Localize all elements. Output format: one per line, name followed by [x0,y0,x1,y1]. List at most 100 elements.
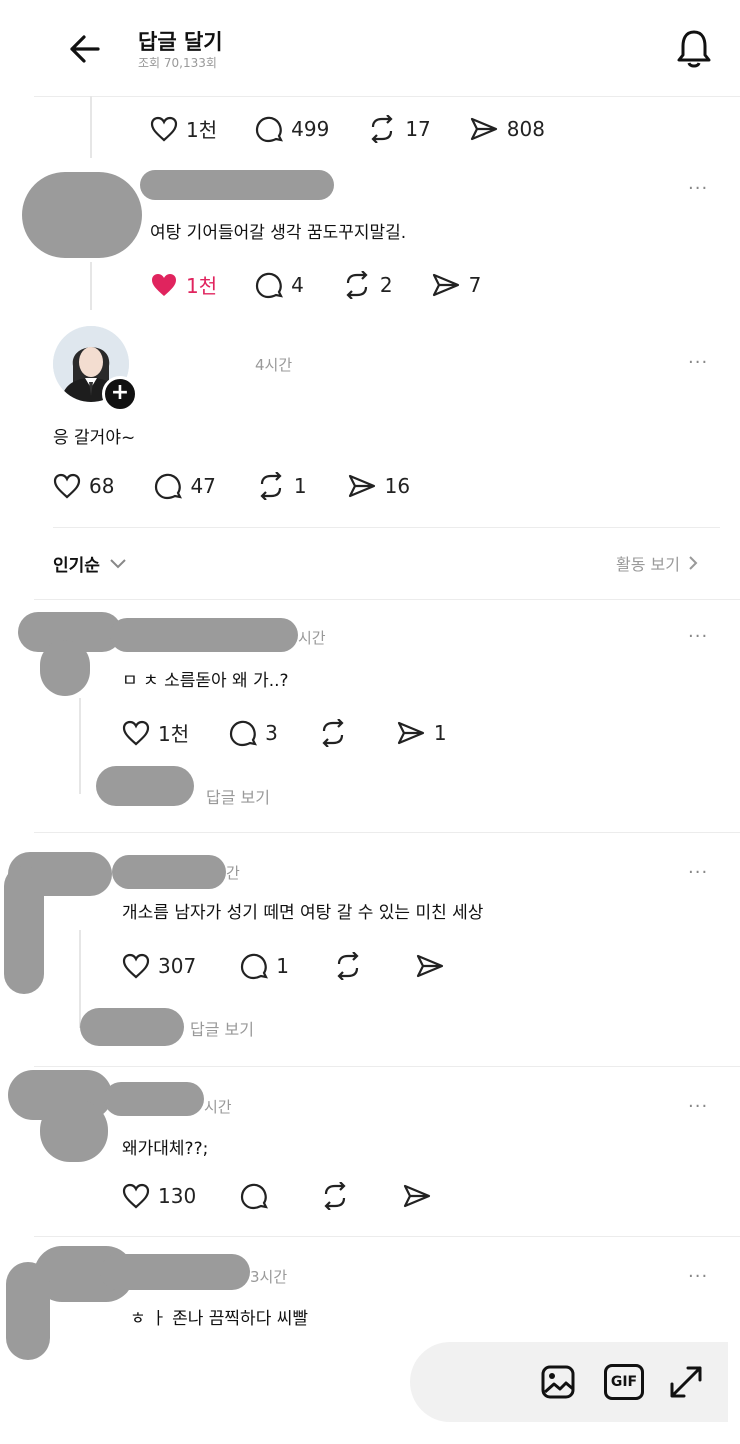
like-count: 1천 [186,118,218,142]
send-icon [432,273,459,296]
repost-button[interactable] [320,1182,358,1210]
reply-count: 499 [291,116,330,141]
share-count: 1 [433,720,447,745]
comment-icon [241,953,269,980]
reply-button[interactable]: 1 [240,952,289,980]
like-button[interactable]: 1천 [150,114,217,143]
divider [34,832,740,833]
view-replies-link[interactable]: 답글 보기 [206,784,270,808]
reply-text: 여탕 기어들어갈 생각 꿈도꾸지말길. [150,223,407,243]
thread-line [79,698,81,794]
more-options-icon[interactable]: ··· [688,1266,708,1287]
reply2-action-bar: 68 47 1 16 [53,472,448,500]
repost-button[interactable] [318,718,356,747]
redacted-avatar [6,1262,50,1360]
view-replies-link[interactable]: 답글 보기 [190,1016,254,1040]
repost-button[interactable]: 17 [367,114,431,143]
repost-icon [337,952,359,980]
share-count: 808 [506,116,545,141]
timestamp: 4시간 [255,356,293,374]
send-icon [470,117,497,140]
view-count: 조회 70,133회 [138,56,217,70]
repost-icon [346,270,368,299]
heart-icon [122,1183,150,1209]
comment2-action-bar: 307 1 [122,952,491,980]
repost-icon [371,114,393,143]
redacted-avatar [40,640,90,696]
follow-plus-icon[interactable]: + [102,376,138,412]
repost-button[interactable] [333,952,371,980]
comment-text: ㅎ ㅏ 존나 끔찍하다 씨빨 [130,1309,309,1329]
heart-filled-icon [152,273,176,296]
like-button[interactable]: 68 [53,473,114,499]
reply-button[interactable] [240,1182,276,1210]
repost-button[interactable]: 1 [256,472,307,500]
heart-icon [122,720,150,745]
redacted-reply-avatars [80,1008,184,1046]
comment-icon [256,272,284,298]
send-icon [404,1184,431,1208]
share-button[interactable]: 808 [469,116,545,142]
share-button[interactable]: 1 [396,720,447,746]
chevron-right-icon [689,556,698,570]
expand-icon[interactable] [668,1364,704,1400]
header-divider [34,96,740,97]
heart-icon [150,116,178,141]
redacted-username [110,618,298,652]
like-button[interactable]: 307 [122,953,196,979]
share-count: 16 [384,474,411,498]
heart-icon [122,953,150,979]
like-count: 68 [89,474,115,498]
image-icon[interactable] [540,1364,576,1400]
comment3-action-bar: 130 [122,1182,478,1210]
share-button[interactable] [402,1183,440,1209]
thread-line [90,262,92,310]
composer-toolbar: GIF [410,1342,728,1422]
comment-text: ㅁ ㅊ 소름돋아 왜 가..? [122,671,289,691]
timestamp: 시간 [204,1098,232,1116]
repost-button[interactable]: 2 [342,270,393,299]
share-button[interactable] [415,953,453,979]
share-button[interactable]: 7 [431,272,482,298]
more-options-icon[interactable]: ··· [688,862,708,883]
repost-count: 1 [293,474,307,498]
redacted-username [104,1082,204,1116]
redacted-username [100,1254,250,1290]
comment-icon [230,720,258,746]
redacted-username [140,170,334,200]
reply-count: 47 [190,474,216,498]
reply-button[interactable]: 47 [154,472,216,500]
reply-count: 1 [276,954,289,978]
redacted-avatar [22,172,142,258]
comment-icon [256,116,284,142]
reply-button[interactable]: 499 [255,115,329,143]
redacted-username [112,855,226,889]
gif-icon[interactable]: GIF [604,1364,644,1400]
send-icon [397,721,424,744]
like-button[interactable]: 130 [122,1183,196,1209]
share-button[interactable]: 16 [347,473,410,499]
chevron-down-icon [110,558,126,568]
like-button[interactable]: 1천 [122,718,189,747]
more-options-icon[interactable]: ··· [688,352,708,373]
back-icon[interactable] [66,33,102,65]
divider [34,1066,740,1067]
like-count: 1천 [186,274,218,298]
repost-count: 17 [405,116,431,141]
repost-icon [324,1182,346,1210]
comment-icon [155,473,183,500]
timestamp: 3시간 [250,1268,288,1286]
like-button[interactable]: 1천 [150,270,217,299]
like-count: 307 [158,954,197,978]
reply-button[interactable]: 3 [229,719,278,747]
more-options-icon[interactable]: ··· [688,1096,708,1117]
divider [34,599,740,600]
more-options-icon[interactable]: ··· [688,178,708,199]
heart-icon [53,473,81,499]
more-options-icon[interactable]: ··· [688,626,708,647]
bell-icon[interactable] [674,28,714,70]
reply-button[interactable]: 4 [255,271,304,299]
share-count: 7 [468,272,482,297]
activity-link[interactable]: 활동 보기 [616,551,700,575]
sort-dropdown[interactable]: 인기순 [53,551,128,576]
